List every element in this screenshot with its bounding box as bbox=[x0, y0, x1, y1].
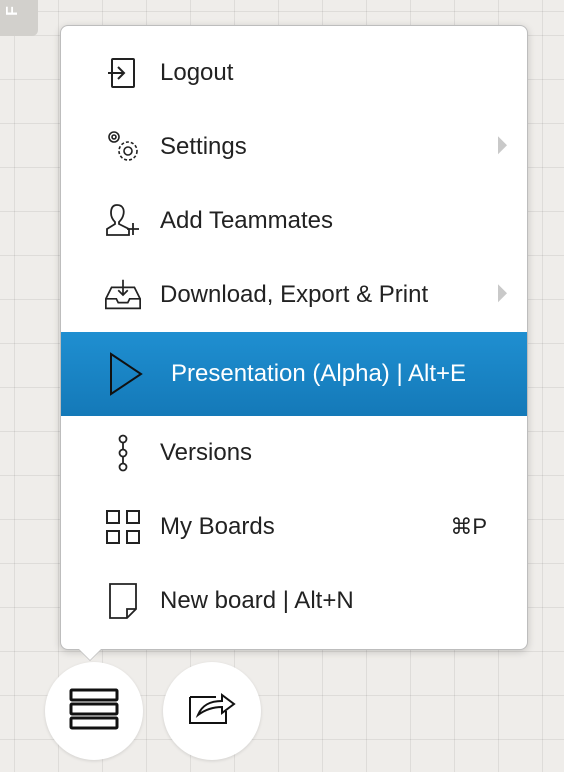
menu-item-label: Download, Export & Print bbox=[160, 281, 429, 308]
menu-item-add-teammates[interactable]: Add Teammates bbox=[61, 184, 527, 258]
grid-icon bbox=[103, 507, 143, 547]
menu-item-label: New board | Alt+N bbox=[160, 587, 354, 614]
menu-item-settings[interactable]: Settings bbox=[61, 110, 527, 184]
tray-download-icon bbox=[103, 275, 143, 315]
share-button[interactable] bbox=[163, 662, 261, 760]
menu-item-label: Versions bbox=[160, 439, 253, 466]
menu-item-presentation[interactable]: Presentation (Alpha) | Alt+E bbox=[61, 332, 527, 416]
share-export-icon bbox=[186, 689, 238, 734]
page-icon bbox=[103, 581, 143, 621]
shortcut-hint: ⌘P bbox=[450, 514, 487, 539]
menu-stack-icon bbox=[68, 687, 120, 736]
gears-icon bbox=[103, 127, 143, 167]
menu-item-label: Settings bbox=[160, 133, 247, 160]
menu-item-download[interactable]: Download, Export & Print bbox=[61, 258, 527, 332]
menu-item-new-board[interactable]: New board | Alt+N bbox=[61, 564, 527, 638]
menu-item-versions[interactable]: Versions bbox=[61, 416, 527, 490]
submenu-arrow-icon bbox=[498, 284, 507, 303]
menu-item-label: Add Teammates bbox=[160, 207, 333, 234]
corner-tab[interactable]: F bbox=[0, 0, 38, 36]
main-menu: Logout Settings Add Teammates Download, … bbox=[60, 25, 528, 650]
versions-icon bbox=[103, 433, 143, 473]
menu-item-my-boards[interactable]: My Boards ⌘P bbox=[61, 490, 527, 564]
logout-icon bbox=[103, 53, 143, 93]
submenu-arrow-icon bbox=[498, 136, 507, 155]
menu-toggle-button[interactable] bbox=[45, 662, 143, 760]
menu-item-logout[interactable]: Logout bbox=[61, 36, 527, 110]
menu-caret bbox=[78, 648, 102, 660]
menu-item-label: Presentation (Alpha) | Alt+E bbox=[171, 360, 467, 387]
corner-tab-label: F bbox=[3, 6, 21, 16]
add-user-icon bbox=[103, 201, 143, 241]
menu-item-label: Logout bbox=[160, 59, 234, 86]
menu-item-label: My Boards bbox=[160, 513, 275, 540]
play-icon bbox=[105, 352, 145, 396]
